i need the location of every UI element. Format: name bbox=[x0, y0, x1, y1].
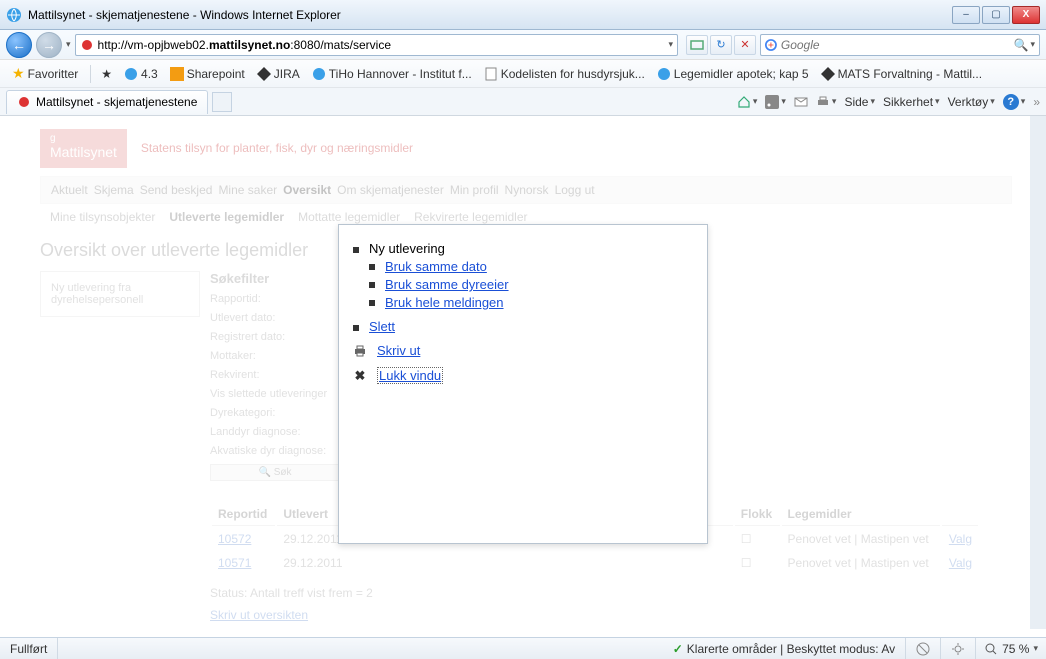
menu-same-owner[interactable]: Bruk samme dyreeier bbox=[385, 277, 509, 292]
globe-icon bbox=[657, 67, 671, 81]
site-favicon bbox=[80, 38, 94, 52]
tab-row: Mattilsynet - skjematjenestene Side Sikk… bbox=[0, 88, 1046, 116]
filter-panel: Søkefilter Rapportid: Utlevert dato: Reg… bbox=[210, 271, 350, 481]
popup-blocker-indicator[interactable] bbox=[906, 638, 941, 659]
menu-new-delivery-label: Ny utlevering bbox=[369, 241, 693, 256]
search-submit-icon[interactable]: 🔍 bbox=[1014, 38, 1029, 52]
browser-statusbar: Fullført ✓Klarerte områder | Beskyttet m… bbox=[0, 637, 1046, 659]
help-button[interactable]: ? bbox=[1003, 94, 1026, 110]
sharepoint-icon bbox=[170, 67, 184, 81]
bullet-icon bbox=[369, 282, 375, 288]
bullet-icon bbox=[353, 247, 359, 253]
ie-icon bbox=[6, 7, 22, 23]
feeds-button[interactable] bbox=[765, 95, 786, 109]
jira-icon bbox=[821, 67, 835, 81]
globe-icon bbox=[312, 67, 326, 81]
globe-icon bbox=[124, 67, 138, 81]
fav-addto-button[interactable]: ★ bbox=[97, 65, 116, 83]
fav-item-kodelisten[interactable]: Kodelisten for husdyrsjuk... bbox=[480, 65, 649, 83]
window-maximize-button[interactable]: ▢ bbox=[982, 6, 1010, 24]
home-button[interactable] bbox=[737, 95, 758, 109]
favorites-button[interactable]: ★Favoritter bbox=[6, 63, 84, 84]
menu-print[interactable]: Skriv ut bbox=[377, 343, 420, 358]
mail-button[interactable] bbox=[794, 95, 808, 109]
bullet-icon bbox=[369, 300, 375, 306]
table-row: 10571 29.12.2011 ☐ Penovet vet | Mastipe… bbox=[212, 552, 978, 574]
refresh-button[interactable]: ↻ bbox=[710, 35, 732, 55]
menu-same-date[interactable]: Bruk samme dato bbox=[385, 259, 487, 274]
zoom-control[interactable]: 75 %▾ bbox=[976, 642, 1046, 656]
url-text: http://vm-opjbweb02.mattilsynet.no:8080/… bbox=[98, 38, 669, 52]
magnifier-icon bbox=[984, 642, 998, 656]
search-box[interactable]: 🔍 ▾ bbox=[760, 34, 1040, 56]
home-icon bbox=[737, 95, 751, 109]
command-bar: Side Sikkerhet Verktøy ? » bbox=[737, 94, 1040, 110]
search-button: 🔍 Søk bbox=[210, 464, 340, 481]
compat-view-button[interactable] bbox=[686, 35, 708, 55]
doc-icon bbox=[484, 67, 498, 81]
fav-item-jira[interactable]: JIRA bbox=[253, 65, 304, 83]
search-input[interactable] bbox=[781, 38, 1010, 52]
print-button[interactable] bbox=[816, 95, 837, 109]
print-overview-link: Skriv ut oversikten bbox=[210, 608, 308, 622]
browser-tab[interactable]: Mattilsynet - skjematjenestene bbox=[6, 90, 208, 114]
fav-item-tiho[interactable]: TiHo Hannover - Institut f... bbox=[308, 65, 476, 83]
new-delivery-box: Ny utlevering fra dyrehelsepersonell bbox=[40, 271, 200, 317]
blocked-icon bbox=[916, 642, 930, 656]
window-close-button[interactable]: X bbox=[1012, 6, 1040, 24]
security-menu[interactable]: Sikkerhet bbox=[883, 95, 940, 109]
main-nav: Aktuelt Skjema Send beskjed Mine saker O… bbox=[40, 176, 1012, 204]
close-icon: ✖ bbox=[353, 368, 367, 384]
rss-icon bbox=[765, 95, 779, 109]
fav-item-legemidler[interactable]: Legemidler apotek; kap 5 bbox=[653, 65, 813, 83]
checkmark-icon: ✓ bbox=[673, 642, 683, 656]
security-zone: ✓Klarerte områder | Beskyttet modus: Av bbox=[663, 638, 906, 659]
menu-close-window[interactable]: Lukk vindu bbox=[377, 367, 443, 384]
browser-nav-row: ← → ▾ http://vm-opjbweb02.mattilsynet.no… bbox=[0, 30, 1046, 60]
menu-delete[interactable]: Slett bbox=[369, 319, 395, 334]
fav-item-mats[interactable]: MATS Forvaltning - Mattil... bbox=[817, 65, 986, 83]
menu-whole-message[interactable]: Bruk hele meldingen bbox=[385, 295, 504, 310]
favorites-bar: ★Favoritter ★ 4.3 Sharepoint JIRA TiHo H… bbox=[0, 60, 1046, 88]
google-icon bbox=[765, 38, 777, 52]
window-title: Mattilsynet - skjematjenestene - Windows… bbox=[28, 8, 952, 22]
tab-label: Mattilsynet - skjematjenestene bbox=[36, 95, 197, 109]
address-bar[interactable]: http://vm-opjbweb02.mattilsynet.no:8080/… bbox=[75, 34, 678, 56]
fav-item-sharepoint[interactable]: Sharepoint bbox=[166, 65, 249, 83]
bullet-icon bbox=[353, 325, 359, 331]
help-icon: ? bbox=[1003, 94, 1019, 110]
window-titlebar: Mattilsynet - skjematjenestene - Windows… bbox=[0, 0, 1046, 30]
window-minimize-button[interactable]: – bbox=[952, 6, 980, 24]
site-favicon bbox=[17, 95, 31, 109]
results-status: Status: Antall treff vist frem = 2 bbox=[210, 586, 1012, 600]
addon-indicator[interactable] bbox=[941, 638, 976, 659]
star-add-icon: ★ bbox=[101, 67, 112, 81]
site-logo: gMattilsynet bbox=[40, 129, 127, 168]
status-text: Fullført bbox=[0, 638, 58, 659]
new-tab-button[interactable] bbox=[212, 92, 232, 112]
tools-menu[interactable]: Verktøy bbox=[948, 95, 995, 109]
stop-button[interactable]: ✕ bbox=[734, 35, 756, 55]
site-slogan: Statens tilsyn for planter, fisk, dyr og… bbox=[141, 141, 413, 155]
page-menu[interactable]: Side bbox=[844, 95, 875, 109]
gear-icon bbox=[951, 642, 965, 656]
context-menu: Ny utlevering Bruk samme dato Bruk samme… bbox=[338, 224, 708, 544]
bullet-icon bbox=[369, 264, 375, 270]
printer-icon bbox=[353, 344, 367, 358]
star-icon: ★ bbox=[12, 65, 25, 82]
back-button[interactable]: ← bbox=[6, 32, 32, 58]
jira-icon bbox=[257, 67, 271, 81]
forward-button[interactable]: → bbox=[36, 32, 62, 58]
mail-icon bbox=[794, 95, 808, 109]
page-viewport: gMattilsynet Statens tilsyn for planter,… bbox=[0, 116, 1046, 629]
fav-item-43[interactable]: 4.3 bbox=[120, 65, 162, 83]
printer-icon bbox=[816, 95, 830, 109]
